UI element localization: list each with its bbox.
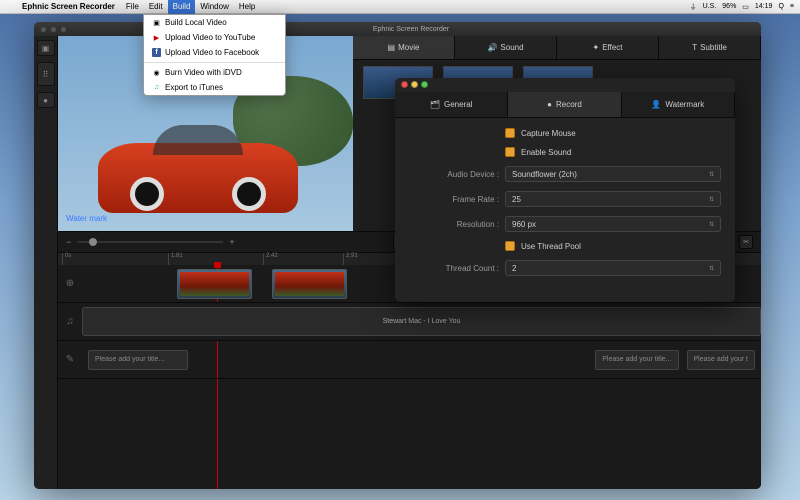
thread-count-combo[interactable]: 2⇅	[505, 260, 721, 276]
capture-mouse-checkbox[interactable]	[505, 128, 515, 138]
popup-traffic-lights[interactable]	[401, 81, 431, 90]
settings-tab-watermark[interactable]: 👤Watermark	[622, 92, 735, 117]
itunes-icon: ♫	[152, 83, 161, 92]
menu-build[interactable]: Build	[168, 0, 196, 14]
dd-build-local[interactable]: ▣Build Local Video	[144, 15, 285, 30]
record-icon: ●	[547, 100, 552, 109]
audio-clip[interactable]: Stewart Mac - I Love You	[82, 307, 761, 336]
camera-tool[interactable]: ▣	[37, 40, 55, 56]
video-clip[interactable]	[177, 269, 252, 299]
general-icon: 🗂	[430, 100, 440, 109]
menu-edit[interactable]: Edit	[144, 0, 168, 14]
settings-tab-record[interactable]: ●Record	[508, 92, 621, 117]
menubar: Ephnic Screen Recorder File Edit Build W…	[0, 0, 800, 14]
effect-icon: ✦	[592, 43, 599, 52]
wifi-icon[interactable]: ⏚	[690, 2, 697, 12]
spotlight-icon[interactable]: Q	[778, 3, 783, 10]
dd-burn-idvd[interactable]: ◉Burn Video with iDVD	[144, 65, 285, 80]
traffic-lights[interactable]	[40, 26, 67, 33]
sound-icon: 🔊	[487, 43, 497, 52]
audio-device-label: Audio Device :	[409, 170, 499, 179]
notification-icon[interactable]: ≡	[790, 3, 794, 10]
title-track[interactable]: Please add your title... Please add your…	[82, 341, 761, 379]
menu-help[interactable]: Help	[234, 0, 260, 14]
resolution-label: Resolution :	[409, 220, 499, 229]
audio-track[interactable]: Stewart Mac - I Love You	[82, 303, 761, 341]
zoom-slider[interactable]	[77, 241, 223, 243]
title-placeholder[interactable]: Please add your title...	[88, 350, 188, 370]
battery-label[interactable]: 96%	[722, 3, 736, 10]
enable-sound-label: Enable Sound	[521, 148, 571, 157]
title-placeholder[interactable]: Please add your title...	[595, 350, 678, 370]
settings-tool[interactable]: ⠿	[37, 62, 55, 86]
tab-sound[interactable]: 🔊Sound	[455, 36, 557, 59]
tab-effect[interactable]: ✦Effect	[557, 36, 659, 59]
clock[interactable]: 14:19	[755, 3, 773, 10]
use-thread-pool-label: Use Thread Pool	[521, 242, 581, 251]
enable-sound-checkbox[interactable]	[505, 147, 515, 157]
use-thread-pool-checkbox[interactable]	[505, 241, 515, 251]
frame-rate-combo[interactable]: 25⇅	[505, 191, 721, 207]
title-track-icon[interactable]: ✎	[58, 341, 82, 379]
video-track-icon[interactable]: ⊕	[58, 265, 82, 303]
frame-rate-label: Frame Rate :	[409, 195, 499, 204]
movie-icon: ▤	[388, 43, 396, 52]
title-placeholder[interactable]: Please add your t	[687, 350, 755, 370]
status-area: ⏚ U.S. 96% ▭ 14:19 Q ≡	[690, 2, 794, 12]
dvd-icon: ◉	[152, 68, 161, 77]
dd-upload-facebook[interactable]: fUpload Video to Facebook	[144, 45, 285, 60]
watermark-text: Water mark	[66, 214, 107, 223]
chevron-updown-icon: ⇅	[709, 265, 714, 272]
audio-device-combo[interactable]: Soundflower (2ch)⇅	[505, 166, 721, 182]
dd-upload-youtube[interactable]: ▶Upload Video to YouTube	[144, 30, 285, 45]
video-icon: ▣	[152, 18, 161, 27]
subtitle-icon: T	[692, 43, 697, 52]
chevron-updown-icon: ⇅	[709, 196, 714, 203]
chevron-updown-icon: ⇅	[709, 221, 714, 228]
menu-window[interactable]: Window	[195, 0, 233, 14]
zoom-in[interactable]: +	[229, 237, 234, 247]
youtube-icon: ▶	[152, 33, 161, 42]
audio-track-icon[interactable]: ♫	[58, 303, 82, 341]
settings-tab-general[interactable]: 🗂General	[395, 92, 508, 117]
capture-mouse-label: Capture Mouse	[521, 129, 576, 138]
video-clip[interactable]	[272, 269, 347, 299]
dd-export-itunes[interactable]: ♫Export to iTunes	[144, 80, 285, 95]
tab-subtitle[interactable]: TSubtitle	[659, 36, 761, 59]
app-name[interactable]: Ephnic Screen Recorder	[22, 2, 115, 11]
chevron-updown-icon: ⇅	[709, 171, 714, 178]
tab-movie[interactable]: ▤Movie	[353, 36, 455, 59]
settings-popup: 🗂General ●Record 👤Watermark Capture Mous…	[395, 78, 735, 302]
cut-button[interactable]: ✂	[739, 235, 753, 249]
dd-separator	[144, 62, 285, 63]
watermark-icon: 👤	[651, 100, 661, 109]
resolution-combo[interactable]: 960 px⇅	[505, 216, 721, 232]
zoom-out[interactable]: −	[66, 237, 71, 247]
battery-icon: ▭	[742, 3, 749, 11]
mic-tool[interactable]: ●	[37, 92, 55, 108]
flag-label[interactable]: U.S.	[703, 3, 717, 10]
build-dropdown: ▣Build Local Video ▶Upload Video to YouT…	[143, 14, 286, 96]
left-toolbar: ▣ ⠿ ●	[34, 36, 58, 489]
thread-count-label: Thread Count :	[409, 264, 499, 273]
facebook-icon: f	[152, 48, 161, 57]
menu-file[interactable]: File	[121, 0, 144, 14]
